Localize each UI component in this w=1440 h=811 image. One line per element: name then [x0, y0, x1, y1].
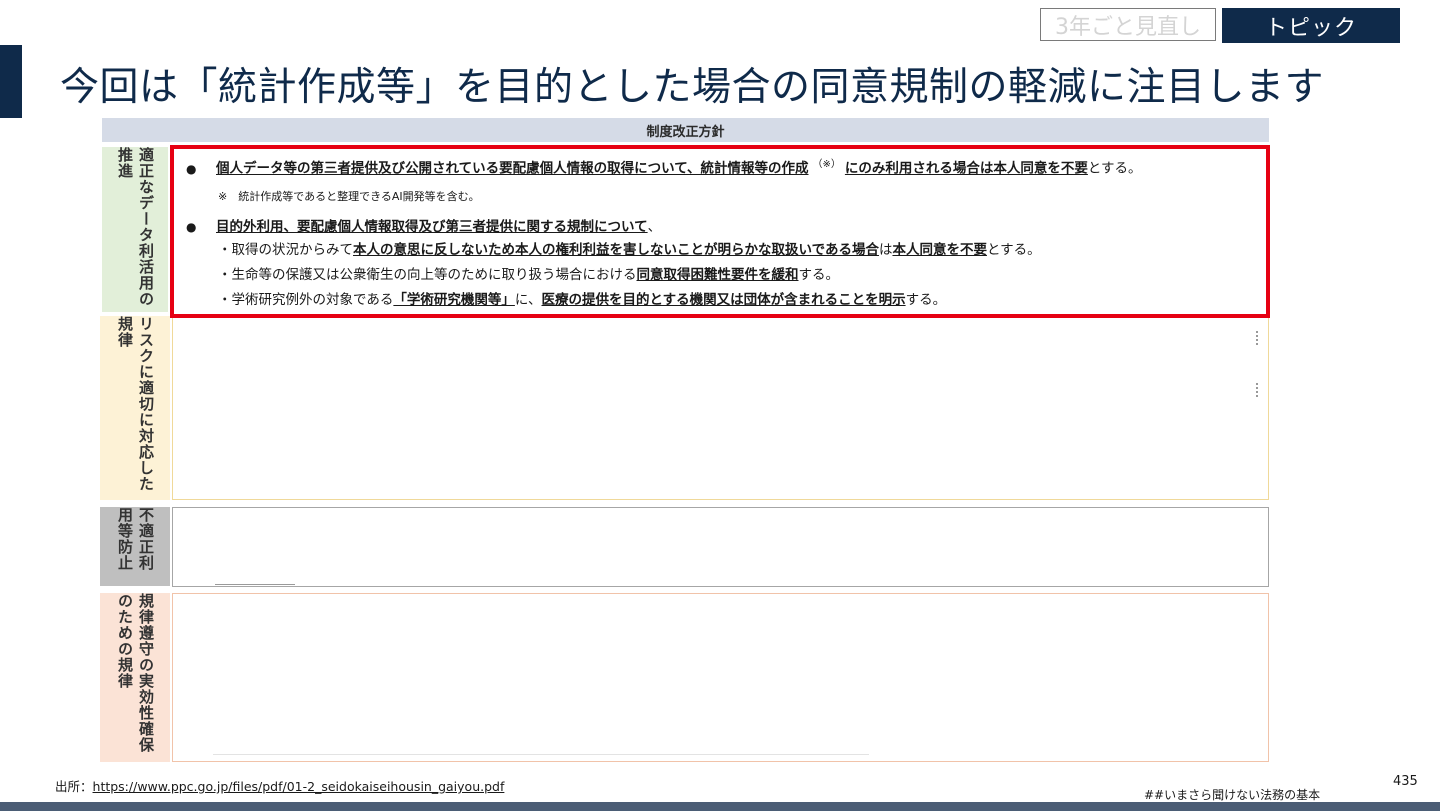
sub-emphasis: 医療の提供を目的とする機関又は団体が含まれることを明示: [541, 292, 906, 308]
row-label-data-utilization: 適正なデータ利活用の推進: [102, 147, 168, 312]
review-tag: 3年ごと見直し: [1040, 8, 1216, 41]
sub-item-relax-requirement: ・生命等の保護又は公衆衛生の向上等のために取り扱う場合における同意取得困難性要件…: [218, 263, 839, 283]
bullet-tail: とする。: [1087, 160, 1142, 177]
source-label: 出所：: [55, 779, 93, 794]
highlighted-policy-box: ● 個人データ等の第三者提供及び公開されている要配慮個人情報の取得について、統計情…: [170, 145, 1270, 318]
footnote: ※ 統計作成等であると整理できるAI開発等を含む。: [218, 190, 480, 203]
bullet-tail: 、: [647, 219, 662, 235]
sub-item-consent-exemption: ・取得の状況からみて本人の意思に反しないため本人の権利利益を害しないことが明らか…: [218, 238, 1041, 258]
sub-emphasis: 本人の意思に反しないため本人の権利利益を害しないことが明らかな取扱いである場合: [353, 242, 879, 258]
page-number: 435: [1393, 774, 1418, 789]
faint-rule: [215, 584, 295, 585]
sub-tail: する。: [798, 267, 840, 283]
hashtag: ##いまさら聞けない法務の基本: [1144, 788, 1321, 802]
row-label-compliance-rules: 規律遵守の実効性確保のための規律: [100, 593, 170, 762]
row-label-misuse-prevention: 不適正利用等防止: [100, 507, 170, 586]
page-title: 今回は「統計作成等」を目的とした場合の同意規制の軽減に注目します: [60, 65, 1325, 110]
title-accent-bar: [0, 45, 22, 118]
sub-lead: ・取得の状況からみて: [218, 242, 353, 258]
bullet-dot: ●: [186, 220, 197, 234]
sub-emphasis: 同意取得困難性要件を緩和: [636, 267, 799, 283]
sub-mid: は: [878, 242, 893, 258]
bullet-regulation: ● 目的外利用、要配慮個人情報取得及び第三者提供に関する規制について、: [186, 215, 661, 235]
bullet-text: 目的外利用、要配慮個人情報取得及び第三者提供に関する規制について: [216, 219, 648, 235]
source-link[interactable]: https://www.ppc.go.jp/files/pdf/01-2_sei…: [93, 779, 505, 794]
sub-lead: ・学術研究例外の対象である: [218, 292, 394, 308]
bullet-dot: ●: [186, 161, 197, 176]
bottom-bar: [0, 802, 1440, 811]
sub-mid: に、: [514, 292, 542, 308]
sub-emphasis: 「学術研究機関等」: [393, 292, 515, 308]
faint-mark: [1256, 331, 1260, 345]
faint-mark: [1256, 383, 1260, 397]
row-label-risk-rules: リスクに適切に対応した規律: [100, 316, 170, 500]
faint-rule: [213, 754, 869, 755]
note-marker: （※）: [812, 159, 841, 170]
risk-rules-cell: [172, 316, 1269, 500]
misuse-prevention-cell: [172, 507, 1269, 587]
sub-emphasis: 本人同意を不要: [892, 242, 987, 258]
source-citation: 出所：https://www.ppc.go.jp/files/pdf/01-2_…: [55, 776, 504, 795]
sub-tail: する。: [905, 292, 947, 308]
compliance-rules-cell: [172, 593, 1269, 762]
bullet-emphasis: にのみ利用される場合は本人同意を不要: [844, 160, 1088, 177]
sub-item-academic-research: ・学術研究例外の対象である「学術研究機関等」に、医療の提供を目的とする機関又は団…: [218, 288, 946, 308]
sub-lead: ・生命等の保護又は公衆衛生の向上等のために取り扱う場合における: [218, 267, 637, 283]
table-header: 制度改正方針: [102, 118, 1269, 142]
topic-tag: トピック: [1222, 8, 1400, 43]
bullet-statistics: ● 個人データ等の第三者提供及び公開されている要配慮個人情報の取得について、統計情…: [186, 155, 1142, 177]
sub-tail: とする。: [986, 242, 1041, 258]
bullet-text: 個人データ等の第三者提供及び公開されている要配慮個人情報の取得について、統計情報…: [216, 160, 809, 177]
